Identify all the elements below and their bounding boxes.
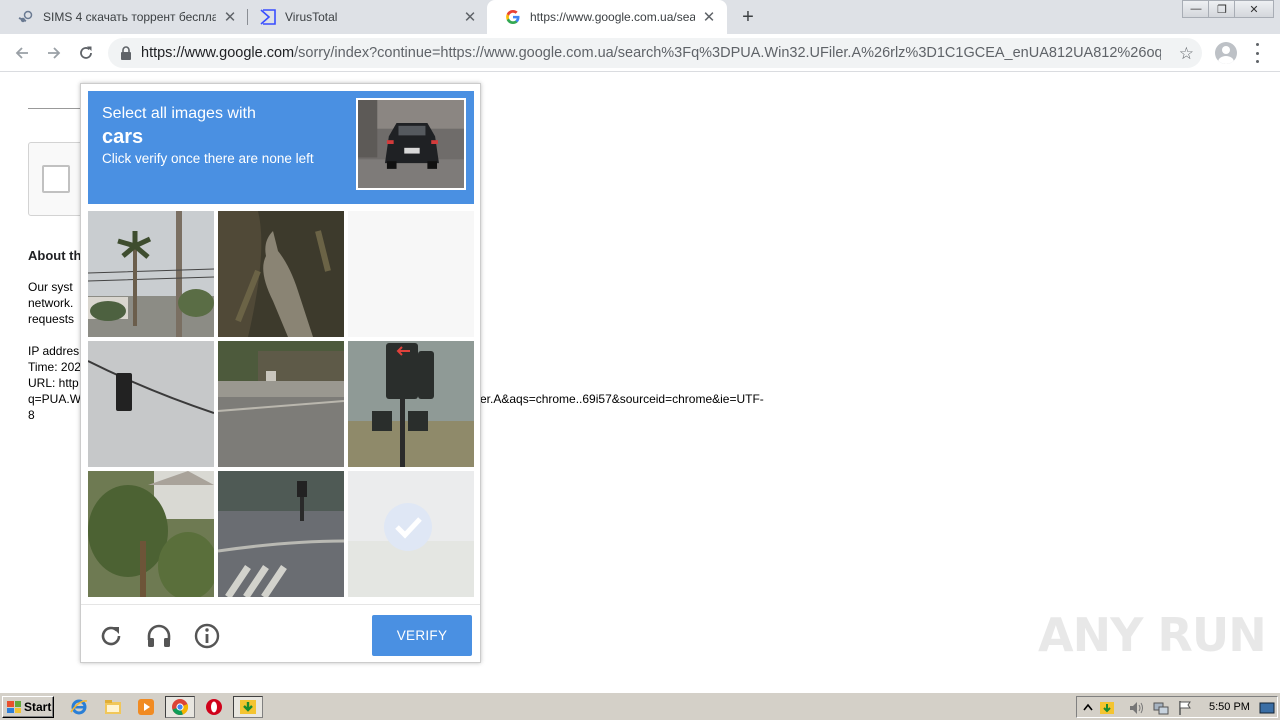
reload-button[interactable] bbox=[73, 40, 99, 66]
start-button[interactable]: Start bbox=[2, 696, 54, 718]
para1-line1: Our syst bbox=[28, 280, 73, 294]
forward-button[interactable] bbox=[41, 40, 67, 66]
para1-line3: requests bbox=[28, 312, 75, 326]
image-grid bbox=[88, 211, 474, 597]
back-button[interactable] bbox=[9, 40, 35, 66]
tab-virustotal[interactable]: VirusTotal ✕ bbox=[242, 0, 488, 34]
google-icon bbox=[505, 9, 521, 25]
file-explorer-icon[interactable] bbox=[103, 697, 123, 717]
info-icon[interactable] bbox=[193, 622, 221, 650]
tile-crosswalk[interactable] bbox=[218, 471, 344, 597]
minimize-button[interactable]: — bbox=[1182, 0, 1210, 18]
tab-strip: SIMS 4 скачать торрент бесплатно ✕ Virus… bbox=[0, 0, 1280, 34]
taskbar: Start 5:50 PM bbox=[0, 692, 1280, 720]
reload-challenge-icon[interactable] bbox=[97, 622, 125, 650]
reload-icon bbox=[80, 46, 92, 59]
url-text: https://www.google.com/sorry/index?conti… bbox=[141, 45, 1161, 61]
tile-hedge-statue[interactable] bbox=[218, 211, 344, 337]
opera-icon[interactable] bbox=[204, 697, 224, 717]
system-tray: 5:50 PM bbox=[1076, 696, 1278, 718]
tab-google-search[interactable]: https://www.google.com.ua/search ✕ bbox=[487, 0, 727, 34]
volume-icon[interactable] bbox=[1128, 700, 1144, 716]
tab-title: https://www.google.com.ua/search bbox=[530, 10, 695, 24]
lock-icon bbox=[121, 46, 131, 60]
tile-street-corner[interactable] bbox=[218, 341, 344, 467]
challenge-header: Select all images with cars Click verify… bbox=[88, 91, 474, 204]
verify-button[interactable]: VERIFY bbox=[372, 615, 472, 656]
audio-challenge-icon[interactable] bbox=[145, 622, 173, 650]
challenge-footer: VERIFY bbox=[81, 604, 480, 662]
download-icon bbox=[240, 700, 256, 714]
address-bar[interactable]: https://www.google.com/sorry/index?conti… bbox=[108, 38, 1202, 68]
show-hidden-icons-icon[interactable] bbox=[1080, 700, 1096, 716]
media-player-icon[interactable] bbox=[136, 697, 156, 717]
chrome-icon bbox=[172, 699, 189, 716]
url-line: URL: http bbox=[28, 376, 79, 390]
para1-line2: network. bbox=[28, 296, 74, 310]
about-heading: About th bbox=[28, 248, 82, 263]
start-label: Start bbox=[24, 700, 52, 714]
recaptcha-checkbox[interactable] bbox=[42, 165, 70, 193]
browser-toolbar: https://www.google.com/sorry/index?conti… bbox=[0, 34, 1280, 72]
back-arrow-icon bbox=[15, 47, 28, 59]
windows-flag-icon bbox=[7, 701, 21, 713]
url-tail: er.A&aqs=chrome..69i57&sourceid=chrome&i… bbox=[480, 392, 764, 406]
tab-title: VirusTotal bbox=[285, 10, 338, 24]
anyrun-watermark: ANY RUN bbox=[1038, 608, 1267, 662]
maximize-button[interactable]: ❐ bbox=[1208, 0, 1236, 18]
internet-explorer-icon[interactable] bbox=[69, 697, 89, 717]
close-window-button[interactable]: ✕ bbox=[1234, 0, 1274, 18]
close-tab-icon[interactable]: ✕ bbox=[462, 8, 478, 26]
tile-palm-tree[interactable] bbox=[88, 211, 214, 337]
chrome-taskbar-button[interactable] bbox=[165, 696, 195, 718]
action-center-flag-icon[interactable] bbox=[1177, 700, 1193, 716]
network-icon[interactable] bbox=[1153, 700, 1169, 716]
download-taskbar-button[interactable] bbox=[233, 696, 263, 718]
sample-car-image bbox=[356, 98, 466, 190]
url-line-cont: q=PUA.W bbox=[28, 392, 82, 406]
hint-text: Click verify once there are none left bbox=[102, 151, 314, 166]
profile-avatar-icon[interactable] bbox=[1215, 42, 1237, 64]
tile-trees-house[interactable] bbox=[88, 471, 214, 597]
close-tab-icon[interactable]: ✕ bbox=[701, 8, 717, 26]
clock[interactable]: 5:50 PM bbox=[1209, 701, 1250, 713]
tile-traffic-light-wire[interactable] bbox=[88, 341, 214, 467]
tile-traffic-signal-arrow[interactable] bbox=[348, 341, 474, 467]
tile-blank[interactable] bbox=[348, 211, 474, 337]
ip-line: IP addres bbox=[28, 344, 80, 358]
time-line: Time: 202 bbox=[28, 360, 81, 374]
divider bbox=[28, 108, 88, 109]
recaptcha-challenge: Select all images with cars Click verify… bbox=[80, 83, 481, 663]
steam-icon bbox=[18, 9, 34, 25]
tile-selected-checkmark[interactable] bbox=[348, 471, 474, 597]
url-line-end: 8 bbox=[28, 408, 35, 422]
close-tab-icon[interactable]: ✕ bbox=[222, 8, 238, 26]
download-tray-icon[interactable] bbox=[1099, 700, 1115, 716]
menu-dots-icon[interactable] bbox=[1254, 43, 1260, 63]
virustotal-icon bbox=[260, 9, 276, 25]
target-object: cars bbox=[102, 126, 144, 148]
instruction-text: Select all images with bbox=[102, 105, 256, 122]
tab-sims4[interactable]: SIMS 4 скачать торрент бесплатно ✕ bbox=[0, 0, 248, 34]
show-desktop-icon[interactable] bbox=[1259, 700, 1275, 716]
new-tab-button[interactable]: + bbox=[736, 6, 760, 28]
tab-title: SIMS 4 скачать торрент бесплатно bbox=[43, 10, 216, 24]
bookmark-star-icon[interactable]: ☆ bbox=[1179, 44, 1194, 64]
forward-arrow-icon bbox=[48, 47, 61, 59]
